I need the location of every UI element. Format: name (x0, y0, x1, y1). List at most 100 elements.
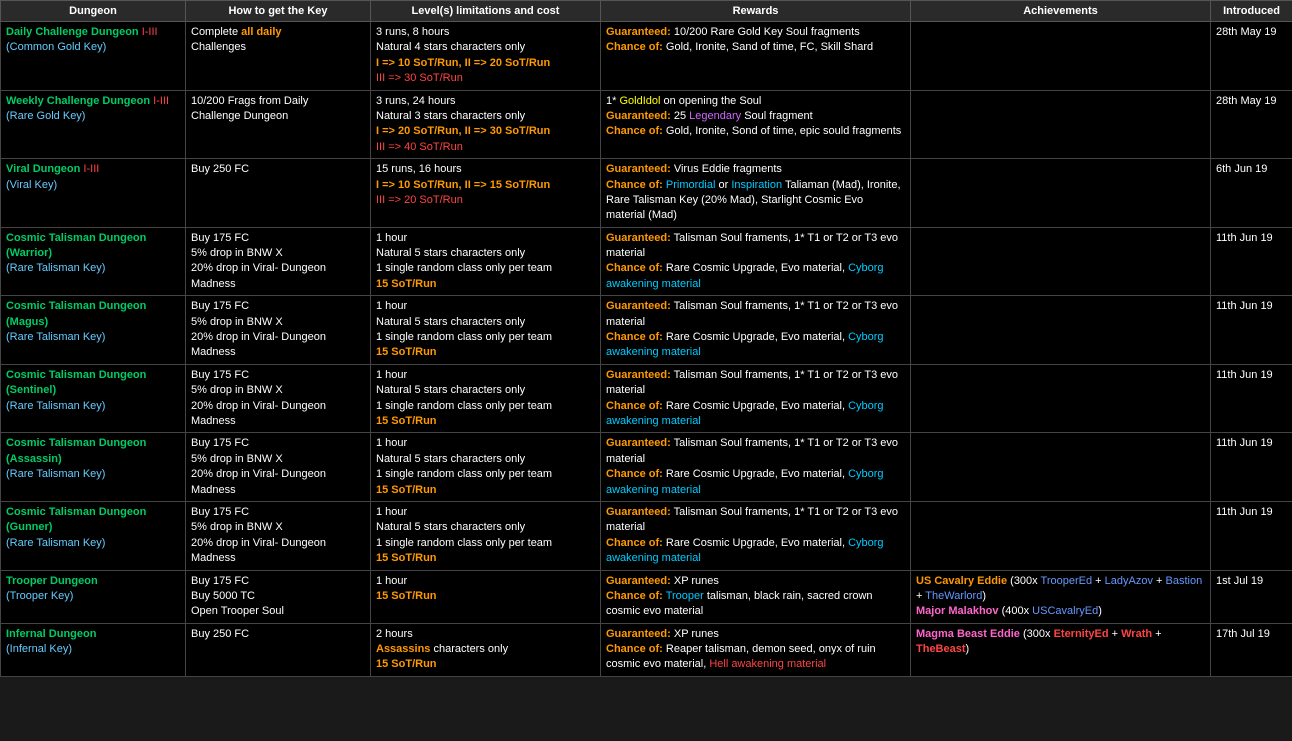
key-cell: Buy 175 FC 5% drop in BNW X 20% drop in … (186, 501, 371, 570)
introduced-cell: 1st Jul 19 (1211, 570, 1292, 623)
key-cell: Buy 175 FC 5% drop in BNW X 20% drop in … (186, 433, 371, 502)
table-row: Cosmic Talisman Dungeon (Assassin) (Rare… (1, 433, 1292, 502)
dungeon-name: Cosmic Talisman Dungeon (Gunner) (6, 506, 146, 533)
level-cell: 1 hour Natural 5 stars characters only 1… (371, 227, 601, 296)
dungeon-key: (Infernal Key) (6, 643, 72, 655)
key-cell: Buy 175 FC Buy 5000 TC Open Trooper Soul (186, 570, 371, 623)
achievements-cell (911, 364, 1211, 433)
key-cell: Complete all dailyChallenges (186, 22, 371, 91)
dungeon-name: Cosmic Talisman Dungeon (Sentinel) (6, 369, 146, 396)
achievements-cell (911, 90, 1211, 159)
dungeon-key: (Rare Talisman Key) (6, 400, 105, 412)
dungeon-cell: Cosmic Talisman Dungeon (Assassin) (Rare… (1, 433, 186, 502)
dungeon-cell: Viral Dungeon I-III (Viral Key) (1, 159, 186, 228)
dungeon-key: (Common Gold Key) (6, 41, 106, 53)
level-cell: 1 hour Natural 5 stars characters only 1… (371, 296, 601, 365)
dungeon-name: Trooper Dungeon (6, 575, 98, 587)
dungeon-level: I-III (83, 163, 99, 175)
dungeon-cell: Infernal Dungeon (Infernal Key) (1, 623, 186, 676)
table-row: Weekly Challenge Dungeon I-III (Rare Gol… (1, 90, 1292, 159)
table-row: Cosmic Talisman Dungeon (Sentinel) (Rare… (1, 364, 1292, 433)
achievements-cell (911, 296, 1211, 365)
rewards-cell: Guaranteed: XP runes Chance of: Trooper … (601, 570, 911, 623)
achievements-cell: Magma Beast Eddie (300x EternityEd + Wra… (911, 623, 1211, 676)
introduced-cell: 11th Jun 19 (1211, 501, 1292, 570)
achievements-cell (911, 159, 1211, 228)
dungeon-key: (Rare Talisman Key) (6, 537, 105, 549)
introduced-cell: 11th Jun 19 (1211, 433, 1292, 502)
table-row: Cosmic Talisman Dungeon (Gunner) (Rare T… (1, 501, 1292, 570)
level-cell: 1 hour Natural 5 stars characters only 1… (371, 501, 601, 570)
key-cell: Buy 250 FC (186, 623, 371, 676)
dungeon-cell: Cosmic Talisman Dungeon (Warrior) (Rare … (1, 227, 186, 296)
dungeon-name: Daily Challenge Dungeon (6, 26, 142, 38)
dungeon-name: Weekly Challenge Dungeon (6, 95, 153, 107)
rewards-cell: Guaranteed: Talisman Soul framents, 1* T… (601, 501, 911, 570)
introduced-cell: 17th Jul 19 (1211, 623, 1292, 676)
dungeon-level: I-III (142, 26, 158, 38)
header-achievements: Achievements (911, 1, 1211, 22)
dungeon-key: (Rare Gold Key) (6, 110, 85, 122)
level-cell: 1 hour 15 SoT/Run (371, 570, 601, 623)
introduced-cell: 28th May 19 (1211, 22, 1292, 91)
dungeon-name: Cosmic Talisman Dungeon (Warrior) (6, 232, 146, 259)
achievements-cell (911, 22, 1211, 91)
table-row: Cosmic Talisman Dungeon (Warrior) (Rare … (1, 227, 1292, 296)
level-cell: 1 hour Natural 5 stars characters only 1… (371, 433, 601, 502)
dungeon-cell: Weekly Challenge Dungeon I-III (Rare Gol… (1, 90, 186, 159)
level-cell: 15 runs, 16 hours I => 10 SoT/Run, II =>… (371, 159, 601, 228)
level-cell: 3 runs, 24 hours Natural 3 stars charact… (371, 90, 601, 159)
header-level: Level(s) limitations and cost (371, 1, 601, 22)
introduced-cell: 11th Jun 19 (1211, 364, 1292, 433)
table-body: Daily Challenge Dungeon I-III (Common Go… (1, 22, 1292, 677)
achievements-cell (911, 501, 1211, 570)
introduced-cell: 11th Jun 19 (1211, 296, 1292, 365)
dungeon-table: Dungeon How to get the Key Level(s) limi… (0, 0, 1292, 677)
table-row: Trooper Dungeon (Trooper Key) Buy 175 FC… (1, 570, 1292, 623)
achievements-cell: US Cavalry Eddie (300x TrooperEd + LadyA… (911, 570, 1211, 623)
rewards-cell: Guaranteed: Talisman Soul framents, 1* T… (601, 364, 911, 433)
dungeon-name: Viral Dungeon (6, 163, 83, 175)
level-cell: 1 hour Natural 5 stars characters only 1… (371, 364, 601, 433)
introduced-cell: 6th Jun 19 (1211, 159, 1292, 228)
table-row: Viral Dungeon I-III (Viral Key) Buy 250 … (1, 159, 1292, 228)
header-introduced: Introduced (1211, 1, 1292, 22)
rewards-cell: Guaranteed: 10/200 Rare Gold Key Soul fr… (601, 22, 911, 91)
level-cell: 3 runs, 8 hours Natural 4 stars characte… (371, 22, 601, 91)
table-row: Infernal Dungeon (Infernal Key) Buy 250 … (1, 623, 1292, 676)
key-cell: Buy 175 FC 5% drop in BNW X 20% drop in … (186, 227, 371, 296)
level-cell: 2 hours Assassins characters only 15 SoT… (371, 623, 601, 676)
dungeon-name: Cosmic Talisman Dungeon (Magus) (6, 300, 146, 327)
rewards-cell: Guaranteed: Talisman Soul framents, 1* T… (601, 433, 911, 502)
rewards-cell: Guaranteed: Talisman Soul framents, 1* T… (601, 296, 911, 365)
dungeon-name: Cosmic Talisman Dungeon (Assassin) (6, 437, 146, 464)
dungeon-key: (Viral Key) (6, 179, 57, 191)
header-key: How to get the Key (186, 1, 371, 22)
dungeon-cell: Trooper Dungeon (Trooper Key) (1, 570, 186, 623)
table-row: Cosmic Talisman Dungeon (Magus) (Rare Ta… (1, 296, 1292, 365)
key-cell: Buy 175 FC 5% drop in BNW X 20% drop in … (186, 364, 371, 433)
key-cell: 10/200 Frags from DailyChallenge Dungeon (186, 90, 371, 159)
dungeon-key: (Rare Talisman Key) (6, 262, 105, 274)
table-row: Daily Challenge Dungeon I-III (Common Go… (1, 22, 1292, 91)
achievements-cell (911, 227, 1211, 296)
rewards-cell: Guaranteed: Talisman Soul framents, 1* T… (601, 227, 911, 296)
rewards-cell: Guaranteed: XP runes Chance of: Reaper t… (601, 623, 911, 676)
rewards-cell: 1* GoldIdol on opening the Soul Guarante… (601, 90, 911, 159)
dungeon-cell: Cosmic Talisman Dungeon (Sentinel) (Rare… (1, 364, 186, 433)
dungeon-name: Infernal Dungeon (6, 628, 96, 640)
achievements-cell (911, 433, 1211, 502)
key-cell: Buy 175 FC 5% drop in BNW X 20% drop in … (186, 296, 371, 365)
dungeon-key: (Trooper Key) (6, 590, 73, 602)
dungeon-cell: Cosmic Talisman Dungeon (Magus) (Rare Ta… (1, 296, 186, 365)
dungeon-cell: Cosmic Talisman Dungeon (Gunner) (Rare T… (1, 501, 186, 570)
dungeon-key: (Rare Talisman Key) (6, 331, 105, 343)
dungeon-cell: Daily Challenge Dungeon I-III (Common Go… (1, 22, 186, 91)
key-cell: Buy 250 FC (186, 159, 371, 228)
header-dungeon: Dungeon (1, 1, 186, 22)
introduced-cell: 11th Jun 19 (1211, 227, 1292, 296)
rewards-cell: Guaranteed: Virus Eddie fragments Chance… (601, 159, 911, 228)
dungeon-key: (Rare Talisman Key) (6, 468, 105, 480)
header-rewards: Rewards (601, 1, 911, 22)
dungeon-level: I-III (153, 95, 169, 107)
